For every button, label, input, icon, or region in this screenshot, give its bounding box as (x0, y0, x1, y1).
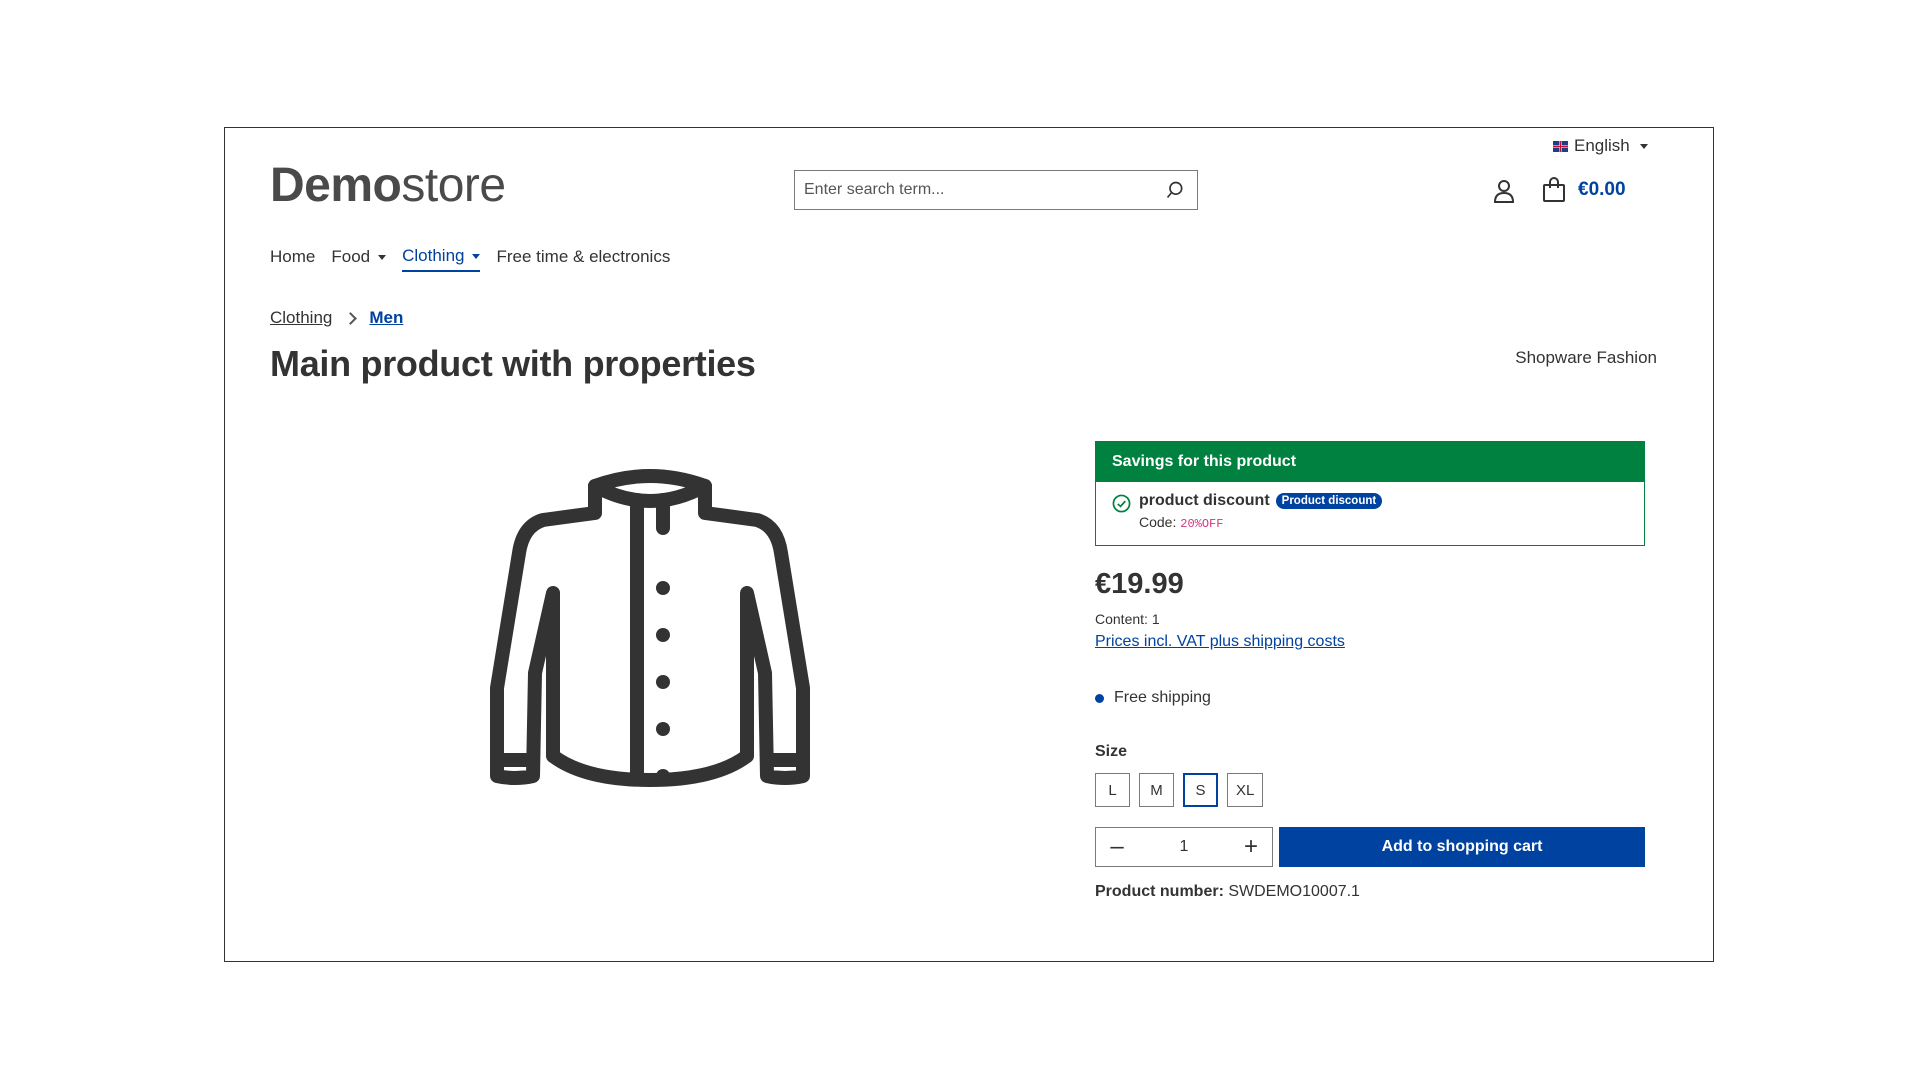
search-icon (1166, 181, 1183, 199)
jacket-icon (490, 469, 810, 787)
nav-label: Food (331, 247, 371, 266)
uk-flag-icon (1553, 140, 1568, 152)
content-info: Content: 1 (1095, 611, 1160, 627)
search-input[interactable] (795, 171, 1153, 209)
store-logo[interactable]: Demostore (270, 162, 506, 210)
plus-icon[interactable]: + (1230, 828, 1272, 866)
discount-code: 20%OFF (1180, 517, 1224, 531)
chevron-right-icon (344, 311, 358, 325)
discount-name: product discount (1139, 492, 1270, 509)
breadcrumb-men[interactable]: Men (369, 308, 403, 328)
breadcrumb: Clothing Men (270, 308, 403, 328)
cart-total: €0.00 (1578, 179, 1626, 200)
size-options: L M S XL (1095, 773, 1264, 807)
search-button[interactable] (1153, 171, 1197, 209)
quantity-stepper: – 1 + (1095, 827, 1273, 867)
size-option-xl[interactable]: XL (1227, 773, 1264, 807)
product-price: €19.99 (1095, 568, 1184, 600)
page-title: Main product with properties (270, 343, 756, 384)
product-number: Product number: SWDEMO10007.1 (1095, 883, 1360, 901)
shopping-bag-icon (1543, 177, 1565, 202)
product-number-label: Product number: (1095, 883, 1224, 900)
account-icon[interactable] (1493, 179, 1515, 203)
discount-badge: Product discount (1275, 493, 1383, 509)
minus-icon[interactable]: – (1096, 828, 1138, 866)
chevron-down-icon (378, 254, 387, 260)
savings-box: Savings for this product product discoun… (1095, 441, 1645, 546)
code-label: Code: (1139, 514, 1177, 530)
vat-shipping-link[interactable]: Prices incl. VAT plus shipping costs (1095, 633, 1345, 651)
savings-heading: Savings for this product (1096, 442, 1644, 482)
size-option-l[interactable]: L (1095, 773, 1130, 807)
nav-label: Home (270, 247, 316, 266)
cart-button[interactable]: €0.00 (1542, 177, 1626, 203)
nav-item-home[interactable]: Home (270, 246, 315, 272)
nav-label: Clothing (402, 246, 465, 265)
delivery-info: Free shipping (1095, 689, 1211, 707)
search-bar (794, 170, 1198, 210)
logo-bold: Demo (270, 159, 402, 212)
nav-label: Free time & electronics (496, 247, 671, 266)
main-navigation: Home Food Clothing Free time & electroni… (270, 246, 670, 272)
chevron-down-icon (1639, 143, 1648, 149)
chevron-down-icon (472, 253, 481, 259)
check-circle-icon (1112, 494, 1131, 513)
nav-item-clothing[interactable]: Clothing (402, 246, 481, 272)
product-number-value: SWDEMO10007.1 (1228, 883, 1360, 900)
nav-item-food[interactable]: Food (331, 246, 387, 272)
quantity-value[interactable]: 1 (1138, 838, 1230, 856)
size-label: Size (1095, 743, 1128, 760)
breadcrumb-clothing[interactable]: Clothing (270, 308, 332, 328)
language-label: English (1574, 136, 1630, 155)
language-selector[interactable]: English (1553, 136, 1648, 156)
size-option-s[interactable]: S (1183, 773, 1218, 807)
size-option-m[interactable]: M (1139, 773, 1174, 807)
add-to-cart-button[interactable]: Add to shopping cart (1279, 827, 1645, 867)
shipping-label: Free shipping (1114, 689, 1211, 706)
storefront-frame: English Demostore €0.00 Home Food Clothi… (224, 127, 1714, 962)
nav-item-free-time-electronics[interactable]: Free time & electronics (496, 246, 670, 272)
manufacturer-link[interactable]: Shopware Fashion (1515, 348, 1657, 368)
status-dot-icon (1095, 693, 1104, 703)
logo-light: store (401, 159, 506, 212)
